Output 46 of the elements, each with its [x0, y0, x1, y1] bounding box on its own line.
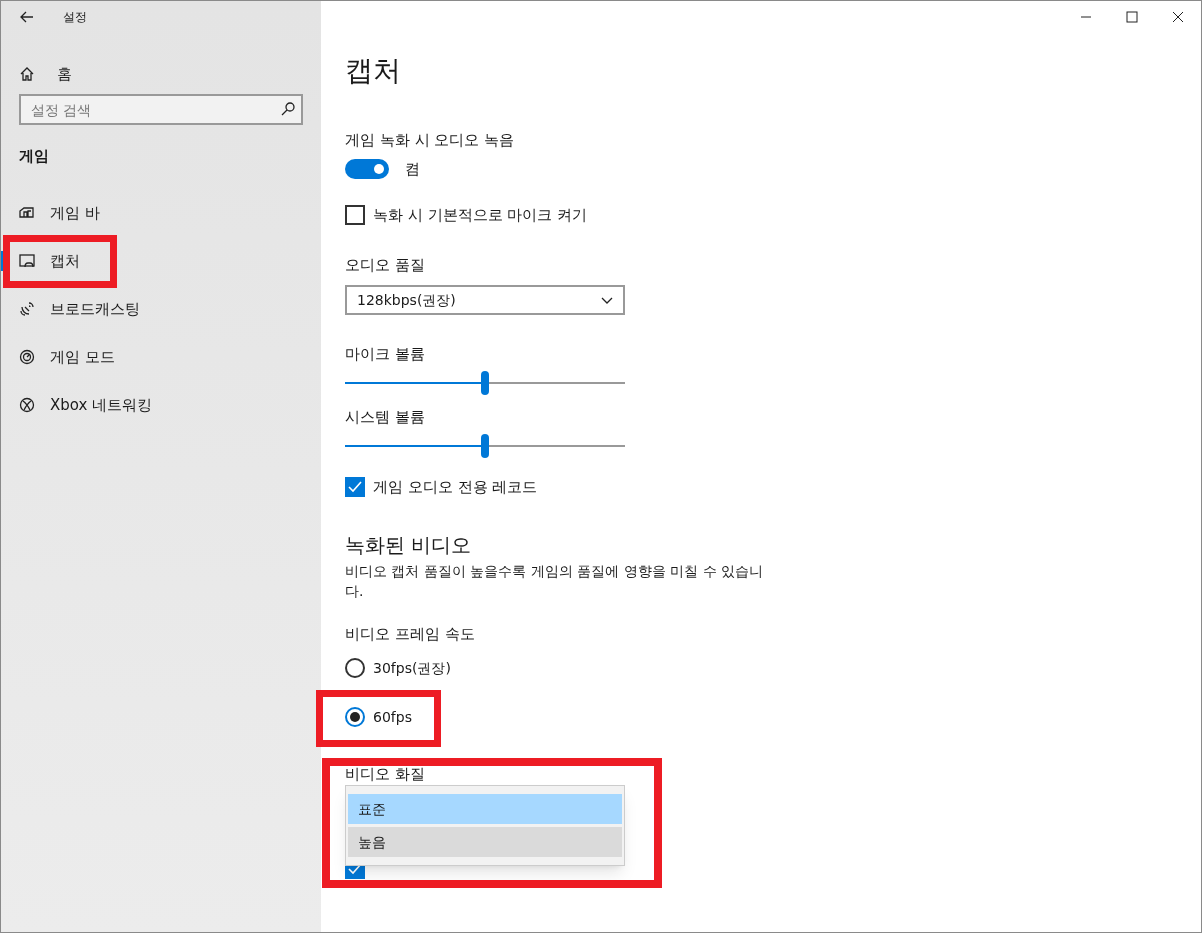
radio-button[interactable] — [345, 658, 365, 678]
chevron-down-icon — [601, 296, 613, 304]
dropdown[interactable]: 128kbps(권장) — [345, 285, 625, 315]
nav-item[interactable]: Xbox 네트워킹 — [1, 381, 321, 429]
close-icon[interactable] — [1172, 11, 1184, 23]
nav-screen-icon — [19, 253, 35, 269]
checkbox[interactable] — [345, 205, 365, 225]
search-field[interactable]: 설정 검색 — [19, 94, 303, 125]
nav-gauge-icon — [19, 349, 35, 365]
nav-satellite-icon — [19, 301, 35, 317]
setting-label: 마이크 볼륨 — [345, 344, 426, 365]
nav-item[interactable]: 캡처 — [1, 237, 321, 285]
home-icon — [19, 66, 35, 82]
toggle-switch[interactable] — [345, 159, 389, 179]
section-heading: 게임 — [18, 146, 50, 167]
setting-label: 비디오 프레임 속도 — [345, 624, 476, 645]
description-text: 비디오 캡처 품질이 높을수록 게임의 품질에 영향을 미칠 수 있습니다. — [345, 562, 765, 601]
toggle-state: 켬 — [405, 158, 420, 180]
nav-item[interactable]: 게임 모드 — [1, 333, 321, 381]
section-heading: 녹화된 비디오 — [345, 532, 473, 559]
page-title: 캡처 — [345, 53, 402, 89]
slider-thumb[interactable] — [481, 371, 489, 395]
checkbox-label: 녹화 시 기본적으로 마이크 켜기 — [373, 204, 588, 226]
nav-circle-cross-icon — [19, 397, 35, 413]
nav-item[interactable]: 게임 바 — [1, 189, 321, 237]
radio-button[interactable] — [345, 707, 365, 727]
menu-option[interactable]: 높음 — [348, 827, 622, 857]
radio-label: 30fps(권장) — [373, 658, 451, 678]
search-icon — [281, 102, 295, 116]
checkbox[interactable] — [345, 477, 365, 497]
nav-chart-icon — [19, 205, 35, 221]
setting-label: 비디오 화질 — [345, 764, 426, 785]
slider-thumb[interactable] — [481, 434, 489, 458]
window-title: 설정 — [63, 9, 87, 26]
home-link[interactable]: 홈 — [1, 62, 321, 86]
slider-track[interactable] — [345, 434, 625, 458]
nav-item[interactable]: 브로드캐스팅 — [1, 285, 321, 333]
radio-label: 60fps — [373, 707, 412, 727]
checkbox-label: 게임 오디오 전용 레코드 — [373, 476, 538, 498]
back-button[interactable] — [19, 9, 35, 25]
setting-label: 오디오 품질 — [345, 255, 426, 276]
menu-option[interactable]: 표준 — [348, 794, 622, 824]
slider-track[interactable] — [345, 371, 625, 395]
maximize-icon[interactable] — [1126, 11, 1138, 23]
setting-label: 게임 녹화 시 오디오 녹음 — [345, 130, 516, 151]
setting-label: 시스템 볼륨 — [345, 407, 426, 428]
